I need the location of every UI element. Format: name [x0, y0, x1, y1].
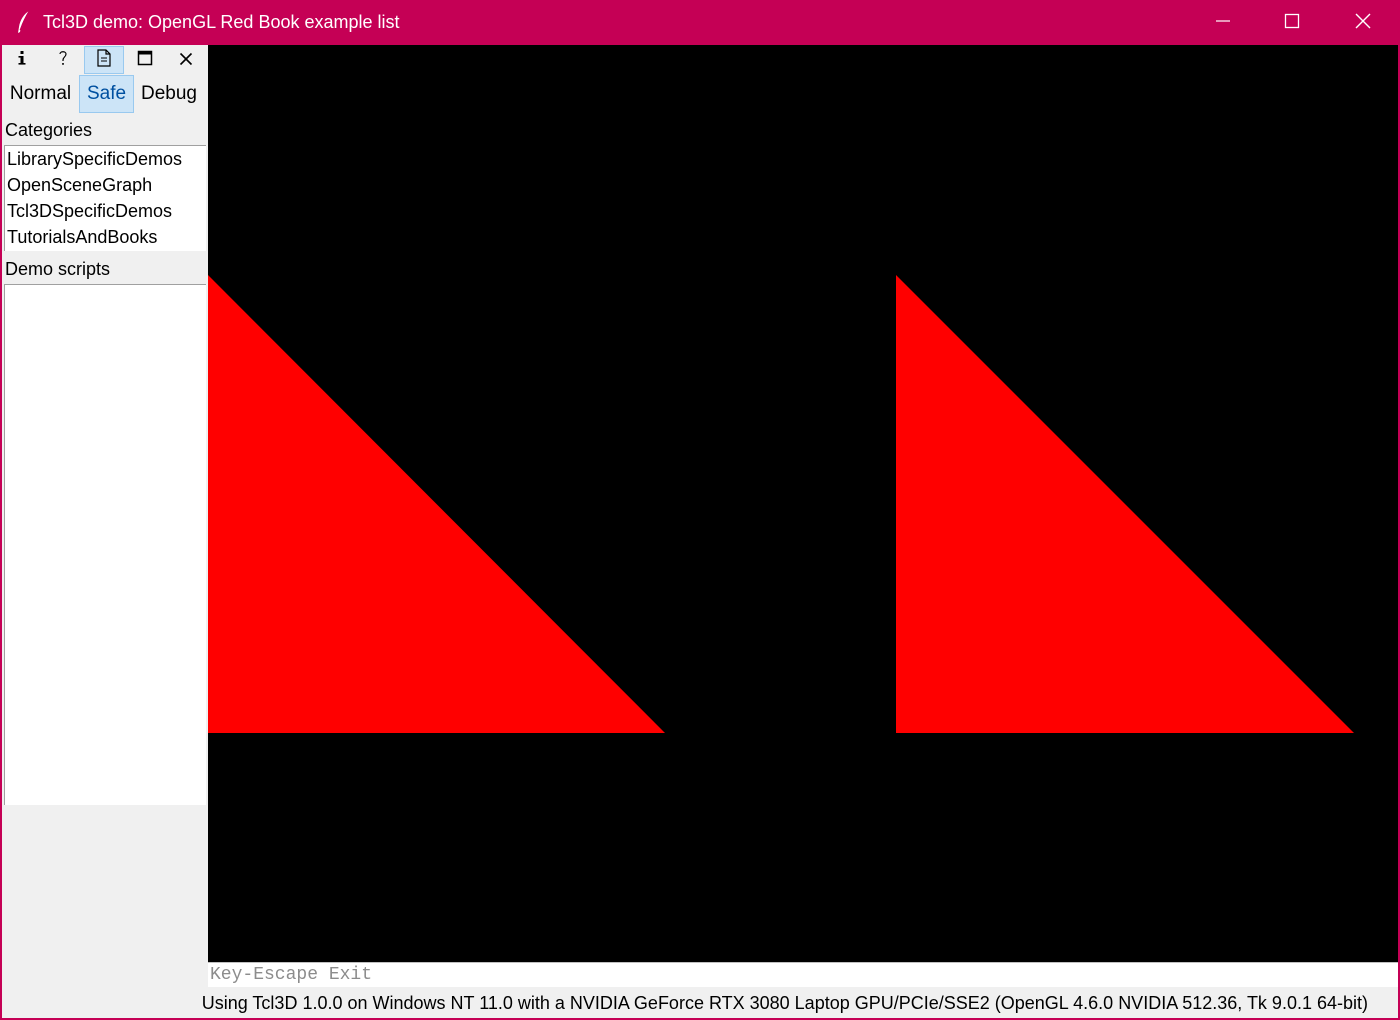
- right-red-triangle: [896, 275, 1354, 733]
- status-text: Using Tcl3D 1.0.0 on Windows NT 11.0 wit…: [201, 993, 1368, 1013]
- mode-debug-button[interactable]: Debug: [136, 75, 202, 113]
- window-title: Tcl3D demo: OpenGL Red Book example list: [43, 12, 400, 32]
- key-hint-field: Key-Escape Exit: [208, 962, 1398, 987]
- key-hint-text: Key-Escape Exit: [210, 965, 373, 985]
- mode-normal-button[interactable]: Normal: [4, 75, 77, 113]
- close-icon: [1355, 13, 1371, 33]
- list-item[interactable]: Tcl3DSpecificDemos: [5, 198, 206, 224]
- client-area: Normal Safe Debug Categories LibrarySpec…: [2, 45, 1398, 1018]
- help-button[interactable]: [43, 46, 83, 74]
- info-icon: [16, 50, 28, 70]
- demo-scripts-label: Demo scripts: [5, 259, 111, 279]
- fullscreen-button[interactable]: [125, 46, 165, 74]
- status-bar: Using Tcl3D 1.0.0 on Windows NT 11.0 wit…: [202, 987, 1398, 1018]
- opengl-canvas[interactable]: [208, 45, 1398, 962]
- maximize-icon: [137, 50, 153, 70]
- info-button[interactable]: [2, 46, 42, 74]
- help-icon: [57, 49, 69, 71]
- list-item[interactable]: LibrarySpecificDemos: [5, 146, 206, 172]
- demo-scripts-list[interactable]: [4, 284, 206, 805]
- feather-icon: [14, 10, 34, 34]
- document-button[interactable]: [84, 46, 124, 74]
- minimize-icon: [1215, 13, 1231, 33]
- left-panel: Normal Safe Debug Categories LibrarySpec…: [2, 45, 208, 963]
- close-button[interactable]: [1328, 0, 1398, 45]
- list-item[interactable]: TutorialsAndBooks: [5, 224, 206, 250]
- toolbar: [2, 45, 208, 75]
- close-icon: [179, 51, 193, 70]
- mode-safe-button[interactable]: Safe: [79, 75, 134, 113]
- app-window: Tcl3D demo: OpenGL Red Book example list: [0, 0, 1400, 1020]
- document-icon: [96, 49, 112, 71]
- list-item[interactable]: OpenSceneGraph: [5, 172, 206, 198]
- categories-list[interactable]: LibrarySpecificDemos OpenSceneGraph Tcl3…: [4, 145, 206, 251]
- exit-button[interactable]: [166, 46, 206, 74]
- minimize-button[interactable]: [1188, 0, 1258, 45]
- maximize-icon: [1284, 13, 1300, 33]
- mode-selector: Normal Safe Debug: [2, 75, 208, 113]
- maximize-button[interactable]: [1257, 0, 1327, 45]
- title-bar[interactable]: Tcl3D demo: OpenGL Red Book example list: [0, 0, 1400, 45]
- categories-label: Categories: [5, 120, 93, 140]
- left-red-triangle: [208, 275, 665, 733]
